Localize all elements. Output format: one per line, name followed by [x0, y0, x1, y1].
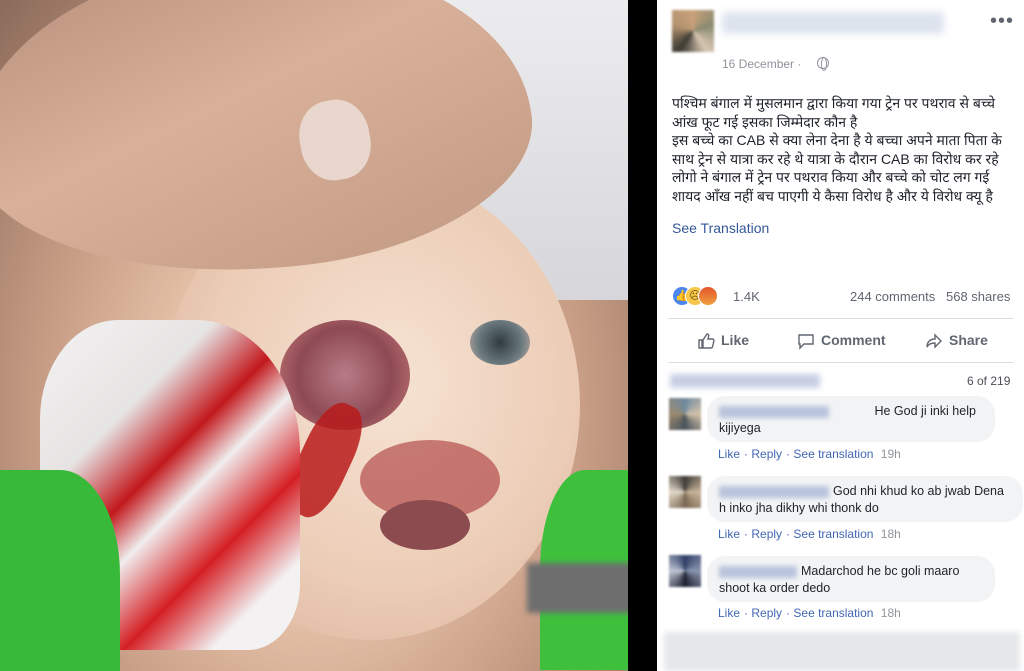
shares-count[interactable]: 568 shares: [946, 289, 1010, 304]
avatar[interactable]: [669, 398, 701, 430]
divider: [668, 318, 1013, 319]
share-button[interactable]: Share: [925, 330, 988, 350]
comment-see-translation[interactable]: See translation: [793, 527, 873, 541]
comment-author-redacted[interactable]: [719, 485, 829, 498]
avatar[interactable]: [669, 476, 701, 508]
like-icon: [698, 333, 715, 349]
comments-count[interactable]: 244 comments: [850, 289, 935, 304]
view-previous-comments-redacted[interactable]: [670, 374, 820, 388]
like-label: Like: [721, 332, 750, 348]
comment-bubble: Madarchod he bc goli maaro shoot ka orde…: [707, 556, 995, 602]
comment-time[interactable]: 18h: [881, 527, 901, 541]
more-icon[interactable]: •••: [990, 11, 1014, 31]
comment-reply-link[interactable]: Reply: [751, 447, 782, 461]
comment-like-link[interactable]: Like: [718, 606, 740, 620]
globe-icon: [817, 57, 829, 71]
see-translation-link[interactable]: See Translation: [672, 220, 769, 236]
comment-time[interactable]: 19h: [881, 447, 901, 461]
comment-see-translation[interactable]: See translation: [793, 606, 873, 620]
comment-like-link[interactable]: Like: [718, 447, 740, 461]
comment-actions: Like · Reply · See translation 18h: [718, 606, 901, 620]
comment-bubble: God nhi khud ko ab jwab Dena h inko jha …: [707, 476, 1023, 522]
comment-reply-link[interactable]: Reply: [751, 527, 782, 541]
comment-see-translation[interactable]: See translation: [793, 447, 873, 461]
divider: [668, 362, 1013, 363]
comment-like-link[interactable]: Like: [718, 527, 740, 541]
blurred-watermark: [527, 563, 628, 613]
comment-actions: Like · Reply · See translation 18h: [718, 527, 901, 541]
comment-icon: [798, 334, 814, 350]
comment-pager: 6 of 219: [967, 374, 1011, 388]
comment-bubble: He God ji inki help kijiyega: [707, 396, 995, 442]
post-photo[interactable]: [0, 0, 628, 671]
like-button[interactable]: Like: [697, 330, 749, 350]
avatar[interactable]: [669, 555, 701, 587]
share-label: Share: [949, 332, 988, 348]
poster-avatar[interactable]: [672, 10, 714, 52]
comment-time[interactable]: 18h: [881, 606, 901, 620]
poster-name-redacted[interactable]: [722, 12, 944, 34]
comment-author-redacted[interactable]: [719, 565, 797, 578]
comment-reply-link[interactable]: Reply: [751, 606, 782, 620]
write-comment-redacted[interactable]: [664, 632, 1020, 671]
reaction-count[interactable]: 1.4K: [733, 289, 760, 304]
angry-reaction-icon: [698, 286, 718, 306]
post-date[interactable]: 16 December ·: [722, 57, 801, 71]
comment-button[interactable]: Comment: [797, 330, 886, 350]
share-icon: [926, 333, 942, 349]
comment-actions: Like · Reply · See translation 19h: [718, 447, 901, 461]
comment-author-redacted[interactable]: [719, 405, 829, 418]
comment-label: Comment: [821, 332, 886, 348]
post-text: पश्चिम बंगाल में मुसलमान द्वारा किया गया…: [672, 95, 1002, 204]
